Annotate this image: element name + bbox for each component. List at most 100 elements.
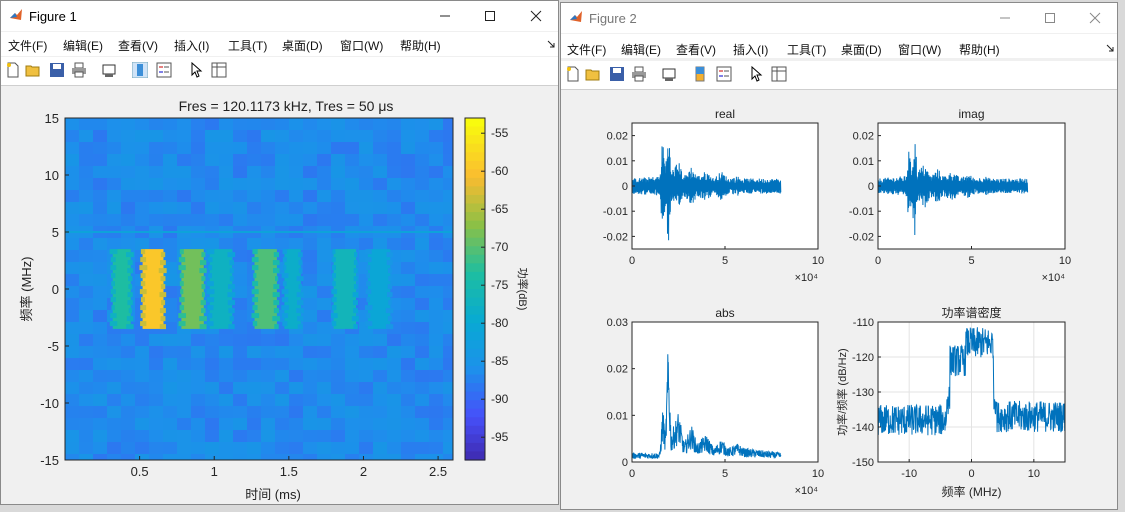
burst-edge (126, 316, 134, 322)
maximize-button[interactable] (468, 1, 512, 31)
burst-edge (159, 308, 166, 314)
minimize-button[interactable] (983, 3, 1027, 33)
figure1-titlebar[interactable]: Figure 1 (1, 1, 558, 31)
noise-cell (65, 418, 79, 430)
burst-edge (331, 297, 337, 303)
noise-cell (135, 406, 149, 418)
x-tick-label: 10 (812, 255, 824, 267)
spectrogram-chart[interactable]: Fres = 120.1173 kHz, Tres = 50 μs 时间 (ms… (1, 87, 558, 505)
dock-arrow-icon[interactable] (1106, 44, 1114, 52)
dock-arrow-icon[interactable] (547, 40, 555, 48)
menu-edit[interactable]: 编辑(E) (621, 41, 661, 58)
property-editor-icon[interactable] (771, 66, 787, 82)
noise-cell (205, 142, 219, 154)
save-icon[interactable] (609, 66, 625, 82)
menu-window[interactable]: 窗口(W) (898, 41, 941, 58)
menu-insert[interactable]: 插入(I) (733, 41, 768, 58)
noise-cell (219, 358, 233, 370)
colorbar-segment (465, 314, 485, 324)
noise-cell (107, 178, 121, 190)
burst-edge (387, 268, 392, 274)
noise-cell (289, 418, 303, 430)
noise-cell (345, 394, 359, 406)
noise-cell (163, 406, 177, 418)
noise-cell (163, 178, 177, 190)
menu-desktop[interactable]: 桌面(D) (282, 37, 323, 54)
menu-file[interactable]: 文件(F) (567, 41, 606, 58)
noise-cell (303, 454, 317, 460)
colorbar-icon[interactable] (692, 66, 708, 82)
noise-cell (387, 346, 401, 358)
burst-edge (127, 260, 133, 266)
noise-cell (317, 442, 331, 454)
noise-cell (121, 178, 135, 190)
link-plot-icon[interactable] (661, 66, 677, 82)
legend-icon[interactable] (156, 62, 172, 78)
y-tick-label: 0.03 (607, 317, 628, 329)
noise-cell (135, 394, 149, 406)
menu-insert[interactable]: 插入(I) (174, 37, 209, 54)
open-file-icon[interactable] (25, 62, 41, 78)
colorbar-segment (465, 143, 485, 153)
legend-icon[interactable] (716, 66, 732, 82)
menu-edit[interactable]: 编辑(E) (63, 37, 103, 54)
noise-cell (233, 130, 247, 142)
menu-view[interactable]: 查看(V) (676, 41, 716, 58)
colorbar-tick-label: -55 (491, 126, 509, 140)
subplot-xlabel: 频率 (MHz) (942, 484, 1002, 499)
subplot-grid[interactable]: real 0 5 10 0.02 0.01 0 -0.01 -0.02 ×10⁴ imag 0 5 10 0… (561, 91, 1117, 509)
noise-cell (345, 454, 359, 460)
print-icon[interactable] (631, 66, 647, 82)
menu-window[interactable]: 窗口(W) (340, 37, 383, 54)
menu-file[interactable]: 文件(F) (8, 37, 47, 54)
noise-cell (387, 418, 401, 430)
noise-cell (443, 130, 453, 142)
link-plot-icon[interactable] (101, 62, 117, 78)
open-file-icon[interactable] (585, 66, 601, 82)
menu-desktop[interactable]: 桌面(D) (841, 41, 882, 58)
noise-cell (443, 442, 453, 454)
new-figure-icon[interactable] (565, 66, 581, 82)
noise-cell (205, 166, 219, 178)
burst-edge (208, 313, 213, 319)
noise-cell (247, 202, 261, 214)
colorbar-icon[interactable] (132, 62, 148, 78)
maximize-button[interactable] (1028, 3, 1072, 33)
noise-cell (303, 298, 317, 310)
noise-cell (415, 250, 429, 262)
new-figure-icon[interactable] (5, 62, 21, 78)
save-icon[interactable] (49, 62, 65, 78)
noise-cell (387, 442, 401, 454)
burst-edge (282, 257, 287, 263)
menu-help[interactable]: 帮助(H) (959, 41, 1000, 58)
property-editor-icon[interactable] (211, 62, 227, 78)
noise-cell (359, 334, 373, 346)
noise-cell (401, 430, 415, 442)
noise-cell (331, 418, 345, 430)
noise-cell (149, 334, 163, 346)
menu-view[interactable]: 查看(V) (118, 37, 158, 54)
x-tick-label: 10 (812, 468, 824, 480)
noise-cell (317, 190, 331, 202)
burst-edge (365, 321, 373, 327)
pointer-icon[interactable] (749, 66, 765, 82)
minimize-button[interactable] (423, 1, 467, 31)
noise-cell (317, 178, 331, 190)
noise-cell (317, 202, 331, 214)
burst-edge (332, 257, 336, 263)
figure2-titlebar[interactable]: Figure 2 (561, 3, 1117, 33)
noise-cell (191, 454, 205, 460)
burst-edge (273, 268, 280, 274)
menu-tools[interactable]: 工具(T) (787, 41, 826, 58)
print-icon[interactable] (71, 62, 87, 78)
menu-tools[interactable]: 工具(T) (228, 37, 267, 54)
noise-cell (275, 130, 289, 142)
noise-cell (401, 442, 415, 454)
pointer-icon[interactable] (189, 62, 205, 78)
close-button[interactable] (1073, 3, 1117, 33)
menu-help[interactable]: 帮助(H) (400, 37, 441, 54)
noise-cell (373, 358, 387, 370)
noise-cell (79, 334, 93, 346)
noise-cell (93, 454, 107, 460)
close-button[interactable] (514, 1, 558, 31)
